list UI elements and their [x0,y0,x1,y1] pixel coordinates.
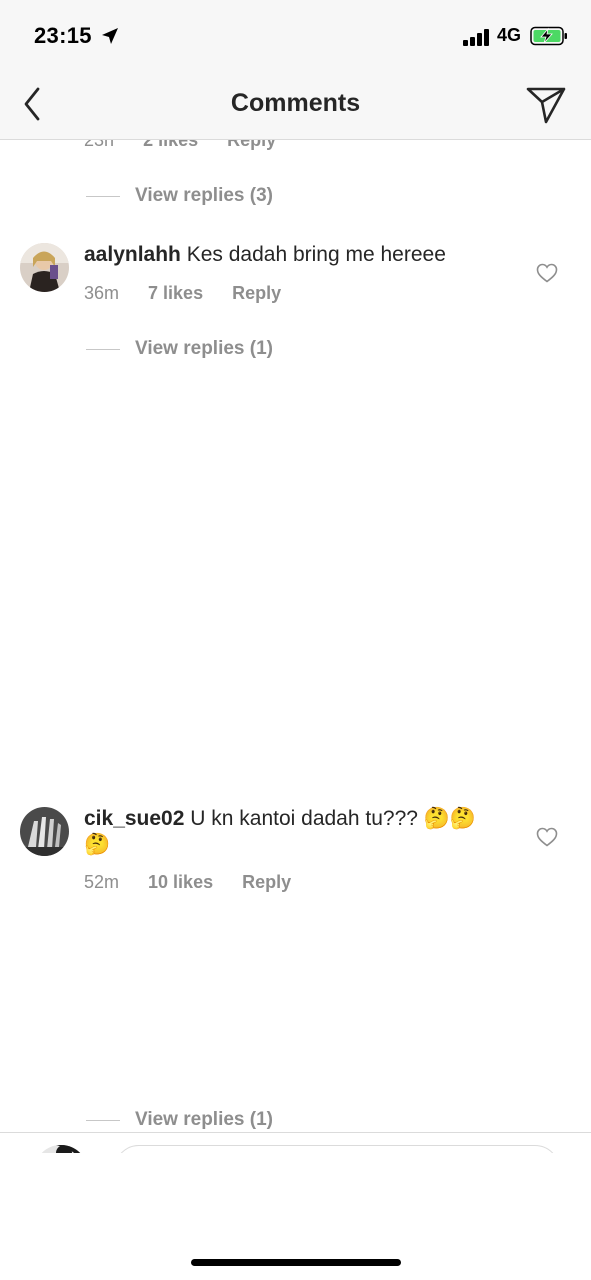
comment-meta: 52m 10 likes Reply [84,872,315,893]
comment-username[interactable]: aalynlahh [84,243,181,266]
view-replies-label: View replies (1) [135,1109,273,1130]
divider-line [86,1119,120,1121]
top-bar: 23:15 4G Comments [0,0,591,140]
comment-composer [0,1132,591,1280]
status-time: 23:15 [34,23,92,48]
view-replies-button[interactable]: View replies (3) [86,184,273,208]
divider-line [86,348,120,350]
battery-charging-icon [530,26,567,46]
avatar[interactable] [20,807,69,856]
reply-button[interactable]: Reply [232,283,281,303]
view-replies-button[interactable]: View replies (1) [86,1108,273,1132]
signal-icon [463,28,491,46]
comment-time: 52m [84,872,120,892]
view-replies-button[interactable]: View replies (1) [86,337,273,361]
comment-likes[interactable]: 7 likes [148,283,203,303]
comment-meta: 36m 7 likes Reply [84,283,305,304]
view-replies-label: View replies (1) [135,338,273,359]
avatar[interactable] [20,243,69,292]
network-type: 4G [497,25,522,45]
comment-text: Kes dadah bring me hereee [180,243,446,266]
view-replies-label: View replies (3) [135,185,273,206]
comment-body: aalynlahh Kes dadah bring me hereee [84,242,484,268]
home-indicator[interactable] [191,1259,401,1266]
paper-plane-icon[interactable] [524,84,568,126]
page-title: Comments [230,89,361,117]
like-heart-icon[interactable] [536,827,558,847]
comment-likes[interactable]: 10 likes [148,872,213,892]
comment-username[interactable]: cik_sue02 [84,807,184,830]
like-heart-icon[interactable] [536,263,558,283]
comment-time: 36m [84,283,120,303]
comment-body: cik_sue02 U kn kantoi dadah tu??? 🤔🤔🤔 [84,806,484,858]
divider-line [86,195,120,197]
location-arrow-icon [102,28,118,44]
reply-button[interactable]: Reply [242,872,291,892]
comment-list: 23h 2 likes Reply View replies (3) aalyn… [0,0,591,1132]
